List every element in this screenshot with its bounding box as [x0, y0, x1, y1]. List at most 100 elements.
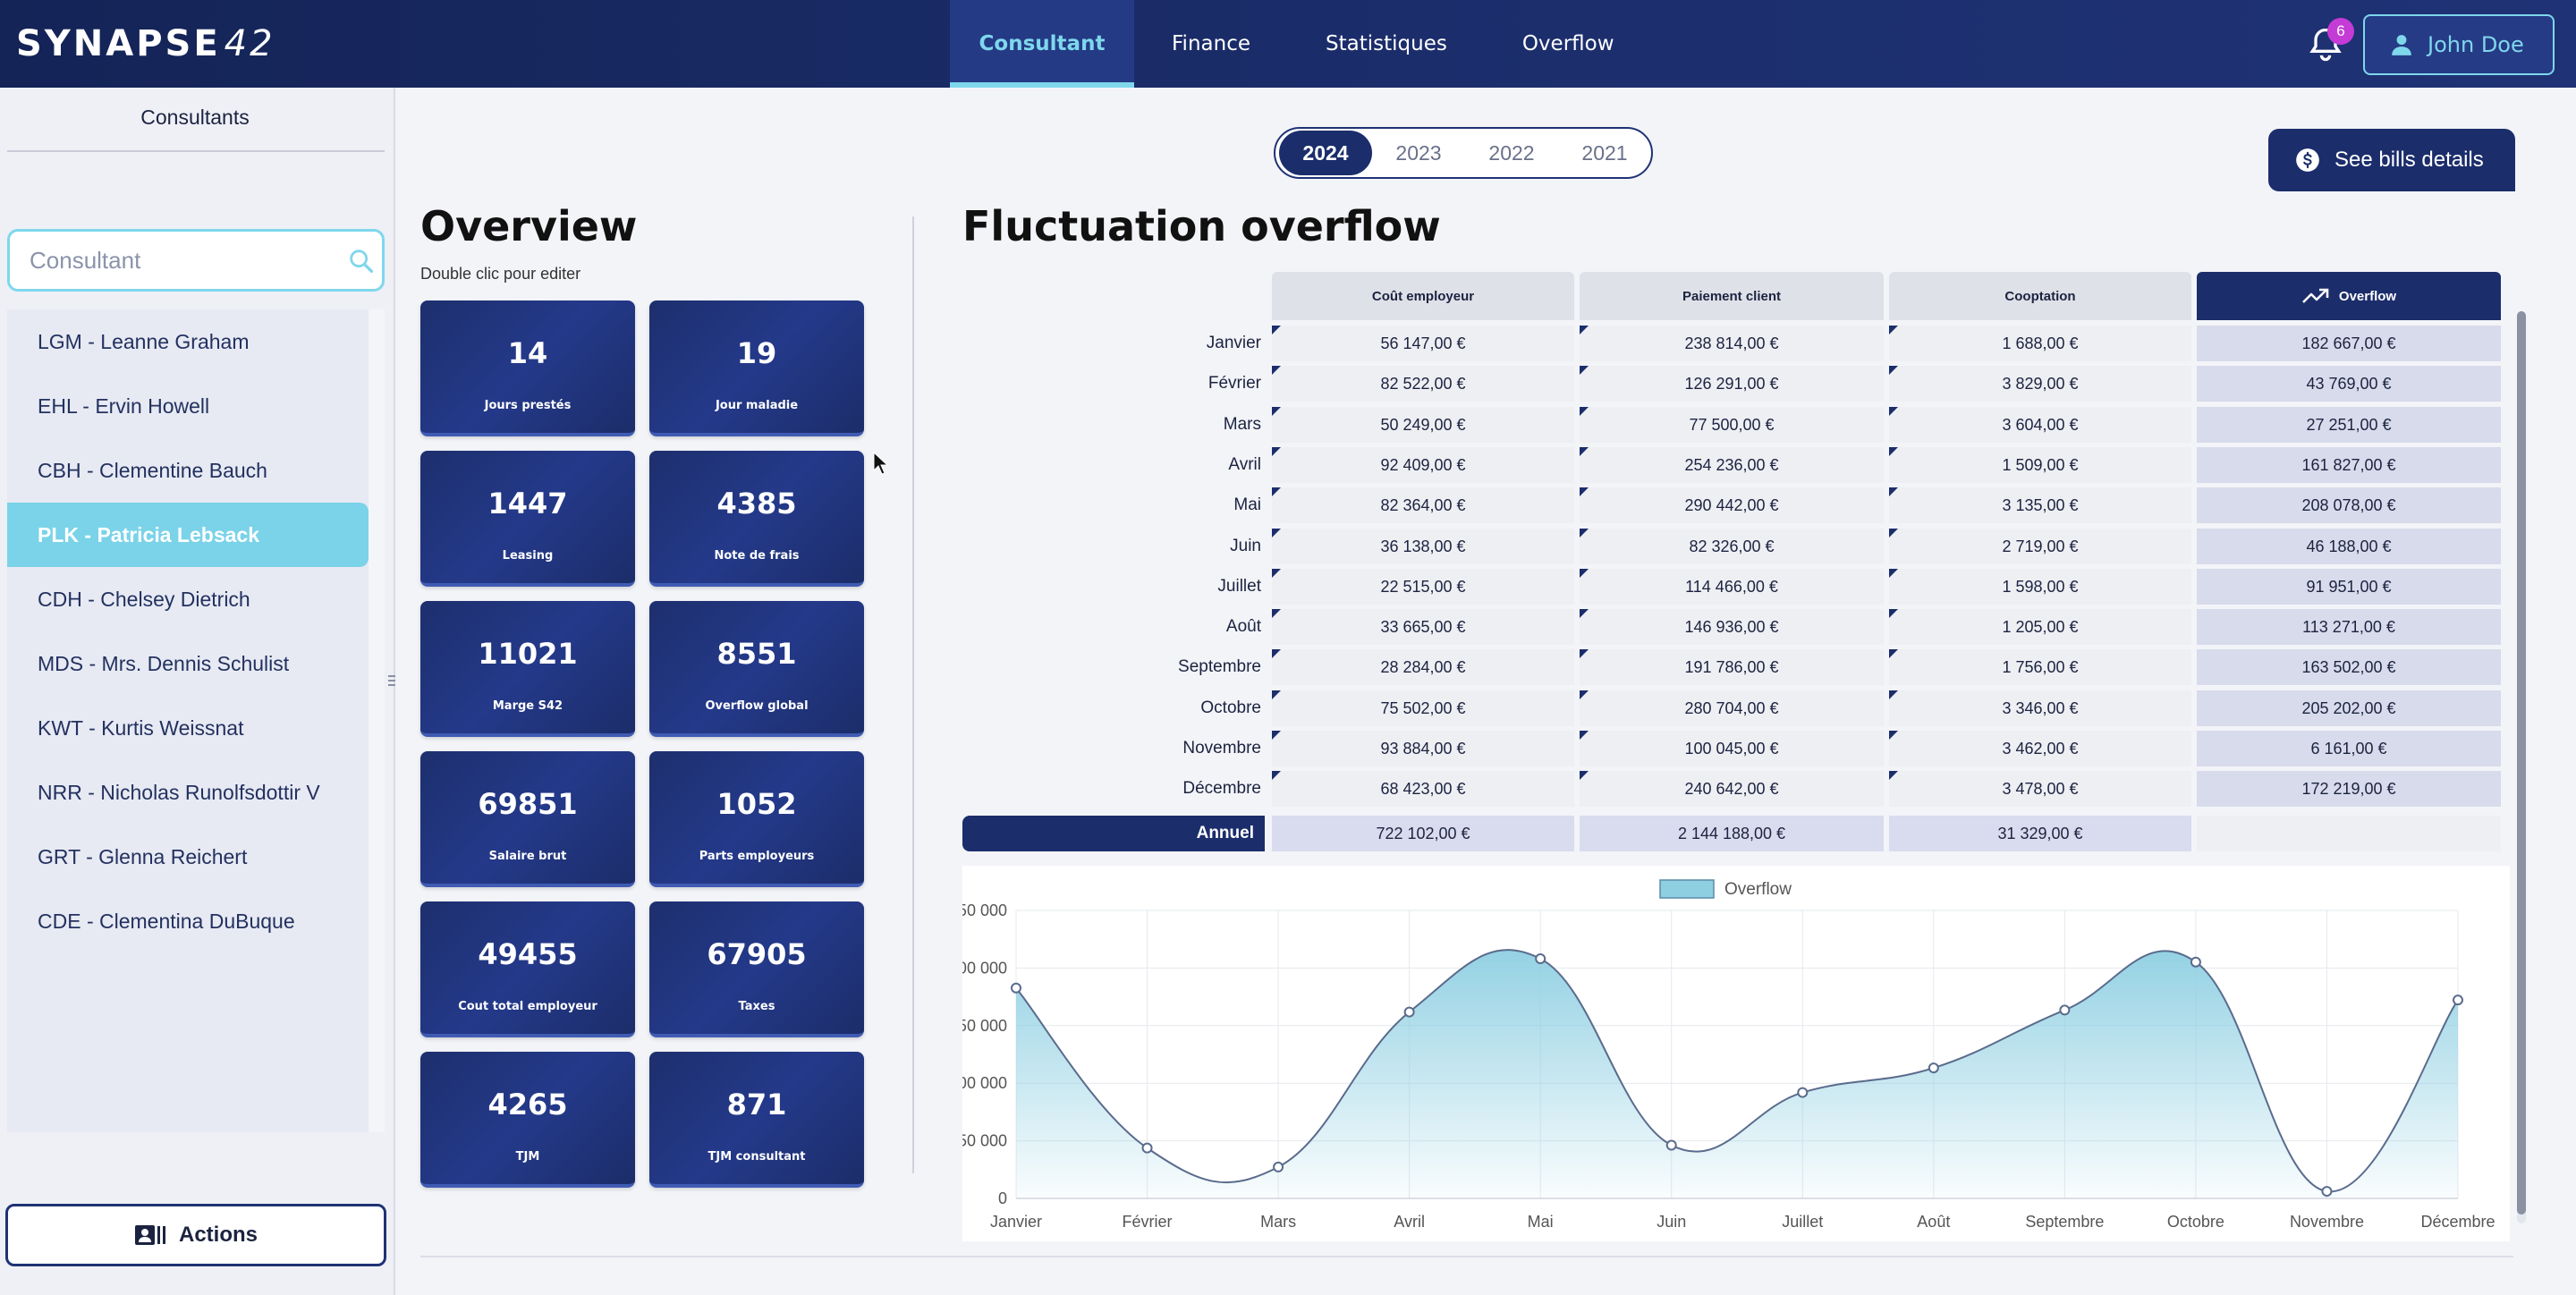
list-item[interactable]: LGM - Leanne Graham — [7, 309, 369, 374]
table-cell[interactable]: 68 423,00 € — [1272, 771, 1574, 807]
stat-card[interactable]: 11021 Marge S42 — [420, 601, 635, 737]
main-scrollbar-thumb[interactable] — [2517, 311, 2526, 1215]
overflow-cell[interactable]: 161 827,00 € — [2197, 447, 2501, 483]
list-item[interactable]: GRT - Glenna Reichert — [7, 825, 369, 889]
table-cell[interactable]: 36 138,00 € — [1272, 529, 1574, 564]
table-cell[interactable]: 82 326,00 € — [1580, 529, 1884, 564]
overflow-cell[interactable]: 205 202,00 € — [2197, 690, 2501, 726]
tab-overflow[interactable]: Overflow — [1485, 0, 1652, 88]
table-cell[interactable]: 93 884,00 € — [1272, 731, 1574, 766]
actions-button[interactable]: Actions — [5, 1204, 386, 1266]
sidebar-scrollbar[interactable] — [369, 309, 385, 1132]
row-label: Juillet — [1217, 577, 1261, 596]
table-cell[interactable]: 92 409,00 € — [1272, 447, 1574, 483]
tab-consultant[interactable]: Consultant — [950, 0, 1134, 88]
stat-label: TJM consultant — [708, 1150, 806, 1164]
table-cell[interactable]: 191 786,00 € — [1580, 649, 1884, 685]
stat-card[interactable]: 1052 Parts employeurs — [649, 751, 864, 887]
overflow-cell[interactable]: 6 161,00 € — [2197, 731, 2501, 766]
year-option-2022[interactable]: 2022 — [1465, 131, 1558, 175]
tab-statistiques[interactable]: Statistiques — [1288, 0, 1485, 88]
table-cell[interactable]: 3 829,00 € — [1889, 366, 2191, 402]
stat-value: 8551 — [716, 637, 797, 671]
stat-card[interactable]: 49455 Cout total employeur — [420, 901, 635, 1037]
table-cell[interactable]: 3 604,00 € — [1889, 407, 2191, 443]
stat-value: 1052 — [716, 787, 797, 821]
list-item[interactable]: MDS - Mrs. Dennis Schulist — [7, 631, 369, 696]
table-cell[interactable]: 1 598,00 € — [1889, 569, 2191, 605]
overflow-cell[interactable]: 91 951,00 € — [2197, 569, 2501, 605]
stat-card[interactable]: 14 Jours prestés — [420, 300, 635, 436]
overflow-cell[interactable]: 27 251,00 € — [2197, 407, 2501, 443]
stat-value: 14 — [507, 336, 548, 370]
year-selector: 2024 2023 2022 2021 — [1274, 127, 1653, 179]
list-item[interactable]: CDH - Chelsey Dietrich — [7, 567, 369, 631]
table-cell[interactable]: 280 704,00 € — [1580, 690, 1884, 726]
table-cell[interactable]: 254 236,00 € — [1580, 447, 1884, 483]
overflow-cell[interactable]: 182 667,00 € — [2197, 326, 2501, 361]
table-cell[interactable]: 22 515,00 € — [1272, 569, 1574, 605]
stat-card[interactable]: 871 TJM consultant — [649, 1052, 864, 1188]
list-item[interactable]: EHL - Ervin Howell — [7, 374, 369, 438]
stat-card[interactable]: 8551 Overflow global — [649, 601, 864, 737]
list-item[interactable]: NRR - Nicholas Runolfsdottir V — [7, 760, 369, 825]
overflow-cell[interactable]: 46 188,00 € — [2197, 529, 2501, 564]
table-cell[interactable]: 56 147,00 € — [1272, 326, 1574, 361]
table-cell[interactable]: 126 291,00 € — [1580, 366, 1884, 402]
year-option-2024[interactable]: 2024 — [1279, 131, 1372, 175]
table-cell[interactable]: 114 466,00 € — [1580, 569, 1884, 605]
stat-value: 67905 — [707, 937, 807, 971]
list-item[interactable]: CBH - Clementine Bauch — [7, 438, 369, 503]
table-cell[interactable]: 77 500,00 € — [1580, 407, 1884, 443]
search-icon[interactable] — [346, 246, 377, 276]
year-option-2021[interactable]: 2021 — [1558, 131, 1651, 175]
search-input[interactable] — [30, 241, 334, 280]
overflow-cell[interactable]: 163 502,00 € — [2197, 649, 2501, 685]
table-cell[interactable]: 3 135,00 € — [1889, 487, 2191, 523]
overflow-cell[interactable]: 113 271,00 € — [2197, 609, 2501, 645]
table-cell[interactable]: 100 045,00 € — [1580, 731, 1884, 766]
x-tick-label: Décembre — [2420, 1213, 2495, 1231]
stat-card[interactable]: 1447 Leasing — [420, 451, 635, 587]
table-cell[interactable]: 2 719,00 € — [1889, 529, 2191, 564]
table-cell[interactable]: 33 665,00 € — [1272, 609, 1574, 645]
list-item-selected[interactable]: PLK - Patricia Lebsack — [7, 503, 369, 567]
list-item[interactable]: CDE - Clementina DuBuque — [7, 889, 369, 953]
table-cell[interactable]: 82 522,00 € — [1272, 366, 1574, 402]
stat-card[interactable]: 4265 TJM — [420, 1052, 635, 1188]
table-cell[interactable]: 1 509,00 € — [1889, 447, 2191, 483]
list-item[interactable]: KWT - Kurtis Weissnat — [7, 696, 369, 760]
stat-label: Overflow global — [705, 699, 809, 713]
column-header: Paiement client — [1580, 272, 1884, 320]
table-cell[interactable]: 146 936,00 € — [1580, 609, 1884, 645]
table-cell[interactable]: 1 205,00 € — [1889, 609, 2191, 645]
stat-card[interactable]: 4385 Note de frais — [649, 451, 864, 587]
year-option-2023[interactable]: 2023 — [1372, 131, 1465, 175]
consultant-sidebar: Consultants LGM - Leanne Graham EHL - Er… — [0, 88, 395, 1295]
overflow-cell[interactable]: 208 078,00 € — [2197, 487, 2501, 523]
table-cell[interactable]: 290 442,00 € — [1580, 487, 1884, 523]
table-cell[interactable]: 238 814,00 € — [1580, 326, 1884, 361]
app-logo[interactable]: SYNAPSE 42 — [16, 23, 275, 64]
table-cell[interactable]: 240 642,00 € — [1580, 771, 1884, 807]
stat-card[interactable]: 67905 Taxes — [649, 901, 864, 1037]
resize-handle[interactable] — [388, 673, 395, 689]
table-cell[interactable]: 3 462,00 € — [1889, 731, 2191, 766]
overflow-cell[interactable]: 43 769,00 € — [2197, 366, 2501, 402]
tab-finance[interactable]: Finance — [1134, 0, 1288, 88]
table-cell[interactable]: 75 502,00 € — [1272, 690, 1574, 726]
table-cell[interactable]: 3 478,00 € — [1889, 771, 2191, 807]
table-cell[interactable]: 28 284,00 € — [1272, 649, 1574, 685]
table-cell[interactable]: 50 249,00 € — [1272, 407, 1574, 443]
annual-label: Annuel — [962, 816, 1265, 851]
table-cell[interactable]: 82 364,00 € — [1272, 487, 1574, 523]
table-cell[interactable]: 1 688,00 € — [1889, 326, 2191, 361]
table-cell[interactable]: 3 346,00 € — [1889, 690, 2191, 726]
stat-card[interactable]: 69851 Salaire brut — [420, 751, 635, 887]
user-menu-button[interactable]: John Doe — [2363, 14, 2555, 75]
search-box — [7, 229, 385, 292]
see-bills-button[interactable]: See bills details — [2268, 129, 2515, 191]
overflow-cell[interactable]: 172 219,00 € — [2197, 771, 2501, 807]
table-cell[interactable]: 1 756,00 € — [1889, 649, 2191, 685]
stat-card[interactable]: 19 Jour maladie — [649, 300, 864, 436]
